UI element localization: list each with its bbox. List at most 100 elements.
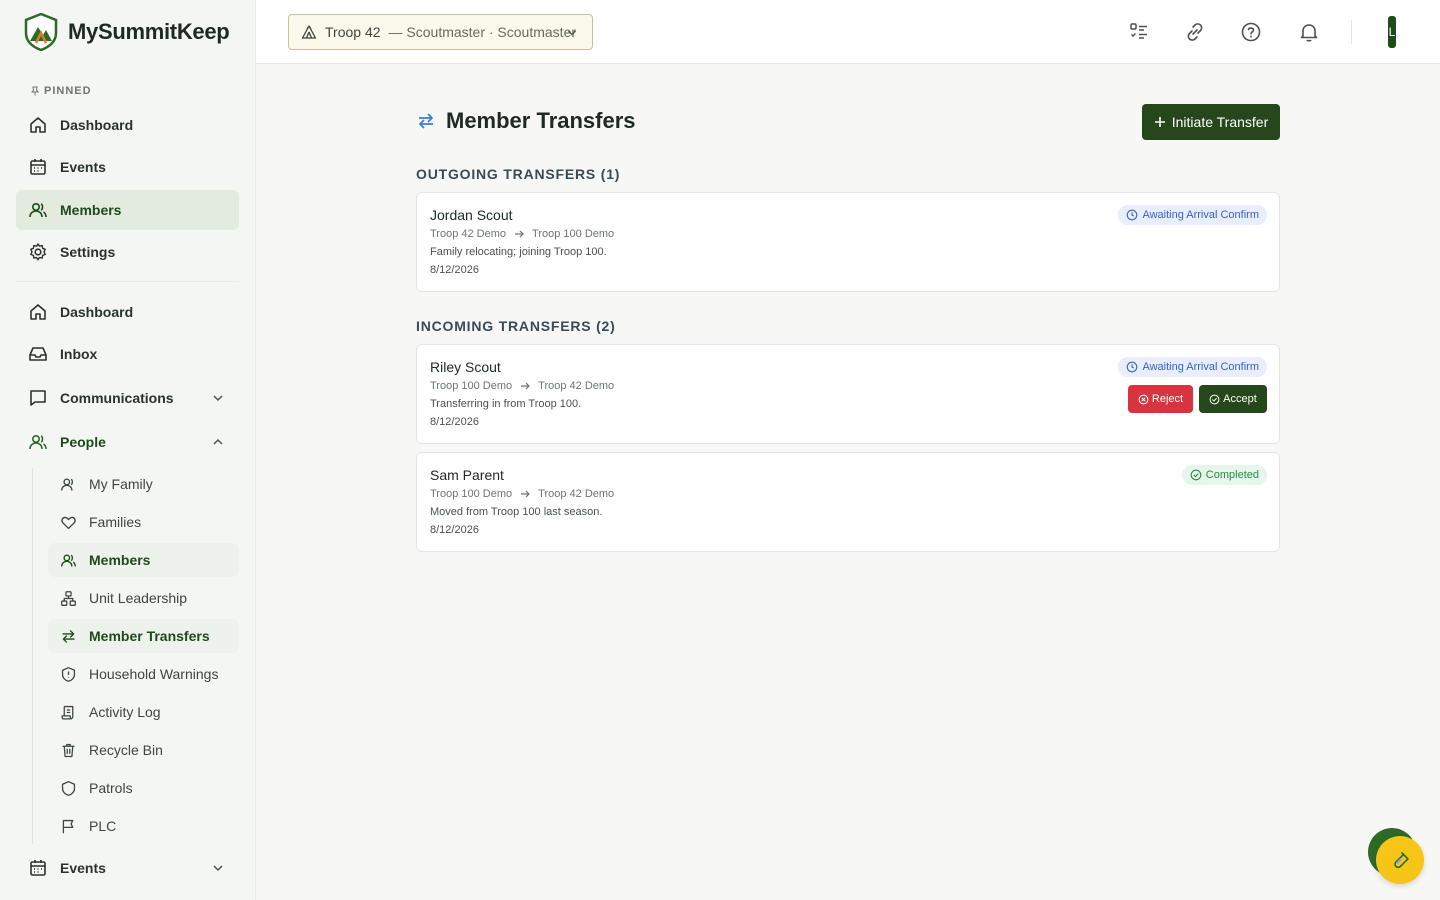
heart-icon [60,514,77,531]
chevron-up-icon [211,435,225,449]
initiate-transfer-button[interactable]: Initiate Transfer [1142,104,1280,140]
brand-name: MySummitKeep [68,19,230,44]
sidebar-item-dashboard[interactable]: Dashboard [16,292,239,332]
troop-name: Troop 42 [325,24,381,40]
transfer-icon [416,111,436,131]
status-badge: Awaiting Arrival Confirm [1118,357,1267,377]
chevron-down-icon [211,861,225,875]
transfer-date: 8/12/2026 [430,416,479,428]
status-badge-text: Awaiting Arrival Confirm [1142,361,1259,373]
users-icon [60,552,77,569]
clock-icon [1126,209,1138,221]
calendar-icon [28,157,48,177]
transfer-card-incoming-2[interactable]: Sam Parent Troop 100 Demo Troop 42 Demo … [416,452,1280,552]
initiate-transfer-label: Initiate Transfer [1171,114,1269,130]
sidebar-subitem-label: Patrols [89,780,133,796]
sidebar-item-label: Settings [60,244,116,260]
transfer-card-outgoing[interactable]: Jordan Scout Troop 42 Demo Troop 100 Dem… [416,192,1280,292]
from-troop: Troop 42 Demo [430,228,507,240]
trash-icon [60,742,77,759]
chevron-down-icon [211,391,225,405]
transfer-note: Transferring in from Troop 100. [430,398,582,410]
sidebar-subitem-label: Household Warnings [89,666,219,682]
status-badge-text: Awaiting Arrival Confirm [1142,209,1259,221]
sidebar-subitem-families[interactable]: Families [48,505,239,539]
shield-icon [60,780,77,797]
transfer-card-incoming-1[interactable]: Riley Scout Troop 100 Demo Troop 42 Demo… [416,344,1280,444]
status-badge: Completed [1181,465,1267,485]
accept-button[interactable]: Accept [1199,385,1267,413]
sidebar-subitem-patrols[interactable]: Patrols [48,771,239,805]
org-chart-icon [60,590,77,607]
submenu-guide-line [32,468,33,844]
sidebar-item-events[interactable]: Events [16,848,239,888]
sidebar: MySummitKeep PINNED Dashboard Events Mem… [0,0,256,900]
link-icon[interactable] [1183,20,1207,44]
sidebar-subitem-plc[interactable]: PLC [48,809,239,843]
summit-logo-icon [24,13,58,51]
sidebar-subitem-activity-log[interactable]: Activity Log [48,695,239,729]
reject-label: Reject [1151,393,1184,405]
sidebar-item-inbox[interactable]: Inbox [16,334,239,374]
sidebar-subitem-label: Member Transfers [89,628,210,644]
flag-icon [60,818,77,835]
sidebar-subitem-members[interactable]: Members [48,543,239,577]
troop-selector[interactable]: Troop 42 — Scoutmaster · Scoutmaster [288,14,593,50]
check-circle-icon [1190,469,1202,481]
sidebar-item-label: Events [60,159,106,175]
sidebar-subitem-household-warnings[interactable]: Household Warnings [48,657,239,691]
message-icon [28,388,48,408]
transfer-date: 8/12/2026 [430,524,479,536]
reject-button[interactable]: Reject [1128,385,1193,413]
sidebar-item-pinned-dashboard[interactable]: Dashboard [16,105,239,145]
brand[interactable]: MySummitKeep [24,13,230,51]
sidebar-subitem-label: PLC [89,818,117,834]
sidebar-item-pinned-events[interactable]: Events [16,147,239,187]
calendar-icon [28,858,48,878]
home-icon [28,115,48,135]
shield-alert-icon [60,666,77,683]
plus-icon [1154,116,1166,128]
gear-icon [28,242,48,262]
sidebar-item-pinned-settings[interactable]: Settings [16,232,239,272]
pinned-label-text: PINNED [44,85,92,97]
incoming-section-title: INCOMING TRANSFERS (2) [416,318,616,334]
sidebar-item-label: People [60,434,106,450]
pinned-section-label: PINNED [30,85,92,97]
arrow-right-icon [520,381,530,391]
sidebar-subitem-label: Recycle Bin [89,742,163,758]
sidebar-subitem-recycle-bin[interactable]: Recycle Bin [48,733,239,767]
status-badge-text: Completed [1205,469,1259,481]
sidebar-item-communications[interactable]: Communications [16,378,239,418]
sidebar-subitem-label: My Family [89,476,153,492]
sidebar-subitem-unit-leadership[interactable]: Unit Leadership [48,581,239,615]
checklist-icon[interactable] [1127,20,1151,44]
sidebar-subitem-label: Families [89,514,142,530]
from-troop: Troop 100 Demo [430,488,513,500]
sidebar-item-people[interactable]: People [16,422,239,462]
arrow-right-icon [514,229,524,239]
home-icon [28,302,48,322]
transfer-date: 8/12/2026 [430,264,479,276]
to-troop: Troop 42 Demo [538,488,615,500]
sidebar-subitem-label: Activity Log [89,704,161,720]
test-tube-button[interactable] [1376,836,1424,884]
sidebar-subitem-member-transfers[interactable]: Member Transfers [48,619,239,653]
sidebar-subitem-my-family[interactable]: My Family [48,467,239,501]
help-icon[interactable] [1239,20,1263,44]
sidebar-item-pinned-members[interactable]: Members [16,190,239,230]
troop-role: — Scoutmaster · Scoutmaster [388,24,577,40]
arrow-right-icon [520,489,530,499]
member-name: Riley Scout [430,359,501,375]
page-title-text: Member Transfers [446,108,636,133]
bell-icon[interactable] [1297,20,1321,44]
users-icon [28,200,48,220]
sidebar-item-label: Dashboard [60,304,134,320]
sidebar-item-label: Events [60,860,106,876]
check-circle-icon [1209,394,1220,405]
x-circle-icon [1138,394,1149,405]
sidebar-subitem-label: Members [89,552,151,568]
avatar[interactable]: L [1388,16,1396,48]
top-bar: Troop 42 — Scoutmaster · Scoutmaster L [256,0,1440,64]
page-header: Member Transfers Initiate Transfer [416,104,1280,140]
